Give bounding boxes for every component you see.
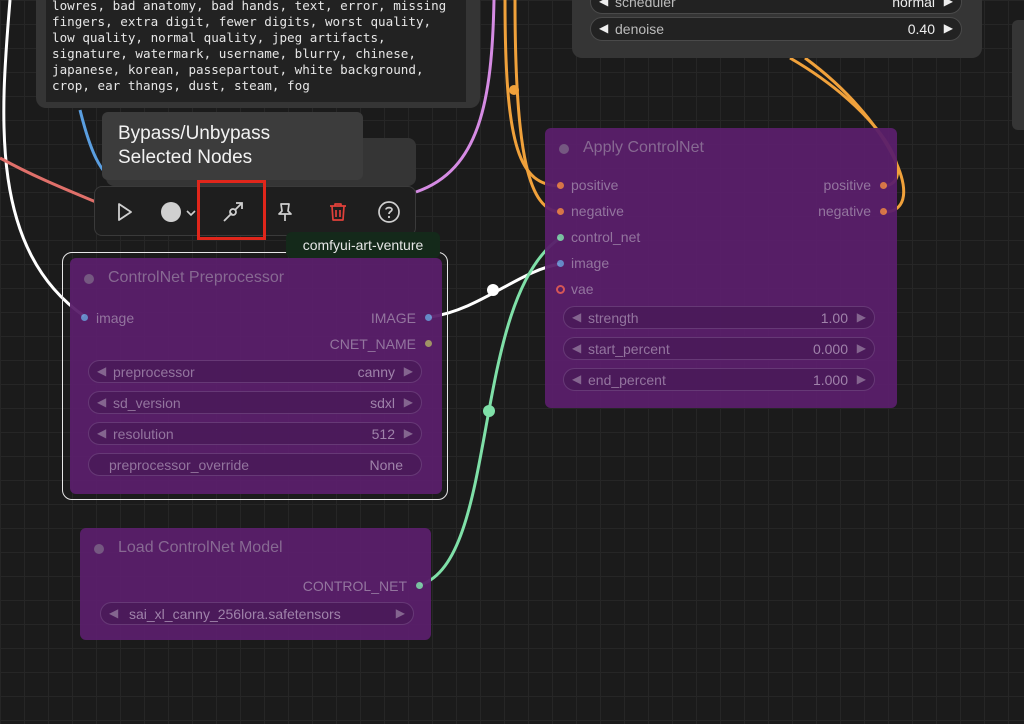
input-label-positive: positive xyxy=(571,177,619,193)
input-label-negative: negative xyxy=(571,203,624,219)
model-value: sai_xl_canny_256lora.safetensors xyxy=(129,606,341,622)
strength-label: strength xyxy=(588,310,639,326)
output-slot-positive[interactable] xyxy=(880,182,887,189)
output-slot-negative[interactable] xyxy=(880,208,887,215)
bypass-tooltip: Bypass/Unbypass Selected Nodes xyxy=(102,112,363,180)
output-slot-control-net[interactable] xyxy=(416,582,423,589)
selection-outline xyxy=(62,252,448,500)
input-slot-control-net[interactable] xyxy=(557,234,564,241)
decrement-icon[interactable]: ◀ xyxy=(599,0,608,8)
collapse-dot[interactable] xyxy=(559,144,569,154)
play-icon xyxy=(118,203,132,221)
chevron-down-icon xyxy=(186,210,196,217)
scheduler-value: normal xyxy=(892,0,935,10)
prompt-textarea[interactable]: lowres, bad anatomy, bad hands, text, er… xyxy=(46,0,466,102)
pin-button[interactable] xyxy=(270,197,300,227)
input-label-control-net: control_net xyxy=(571,229,641,245)
negative-prompt-node[interactable]: lowres, bad anatomy, bad hands, text, er… xyxy=(36,0,480,108)
delete-button[interactable] xyxy=(323,197,353,227)
help-icon xyxy=(378,201,400,223)
increment-icon[interactable]: ▶ xyxy=(944,0,953,8)
denoise-label: denoise xyxy=(615,21,665,37)
decrement-icon[interactable]: ◀ xyxy=(109,606,118,620)
trash-icon xyxy=(330,203,346,221)
wire-image xyxy=(429,262,561,319)
tooltip-line-1: Bypass/Unbypass xyxy=(118,123,271,144)
input-slot-positive[interactable] xyxy=(557,182,564,189)
tooltip-line-2: Selected Nodes xyxy=(118,147,253,168)
pin-icon xyxy=(278,203,292,221)
sampler-node[interactable]: ◀ scheduler normal ▶ ◀ denoise 0.40 ▶ xyxy=(572,0,982,58)
start-percent-widget[interactable]: ◀ start_percent 0.000 ▶ xyxy=(563,337,875,360)
decrement-icon[interactable]: ◀ xyxy=(572,372,581,386)
increment-icon[interactable]: ▶ xyxy=(944,21,953,35)
increment-icon[interactable]: ▶ xyxy=(857,310,866,324)
input-label-image: image xyxy=(571,255,610,271)
end-percent-value: 1.000 xyxy=(812,372,848,388)
load-controlnet-model-node[interactable]: Load ControlNet Model CONTROL_NET ◀ sai_… xyxy=(80,528,431,640)
model-select-widget[interactable]: ◀ sai_xl_canny_256lora.safetensors ▶ xyxy=(100,602,414,625)
color-picker-button[interactable] xyxy=(157,197,201,227)
input-slot-vae[interactable] xyxy=(556,285,565,294)
output-label-positive: positive xyxy=(823,177,871,193)
increment-icon[interactable]: ▶ xyxy=(857,372,866,386)
input-slot-negative[interactable] xyxy=(557,208,564,215)
offscreen-node-edge[interactable] xyxy=(1012,20,1024,130)
start-percent-label: start_percent xyxy=(588,341,670,357)
strength-value: 1.00 xyxy=(820,310,848,326)
decrement-icon[interactable]: ◀ xyxy=(599,21,608,35)
node-title: Load ControlNet Model xyxy=(118,539,283,556)
wire-reroute-orange xyxy=(509,85,519,95)
increment-icon[interactable]: ▶ xyxy=(396,606,405,620)
queue-selected-button[interactable] xyxy=(109,197,139,227)
denoise-widget[interactable]: ◀ denoise 0.40 ▶ xyxy=(590,17,962,41)
collapse-dot[interactable] xyxy=(94,544,104,554)
node-source-badge: comfyui-art-venture xyxy=(286,232,440,258)
increment-icon[interactable]: ▶ xyxy=(857,341,866,355)
wire-reroute-white xyxy=(487,284,499,296)
input-slot-image[interactable] xyxy=(557,260,564,267)
node-title: Apply ControlNet xyxy=(583,139,704,156)
input-label-vae: vae xyxy=(571,281,594,297)
color-circle-icon xyxy=(161,202,181,222)
bypass-button-highlight xyxy=(197,180,266,240)
start-percent-value: 0.000 xyxy=(812,341,848,357)
help-button[interactable] xyxy=(374,197,404,227)
apply-controlnet-node[interactable]: Apply ControlNet positive negative contr… xyxy=(545,128,897,408)
strength-widget[interactable]: ◀ strength 1.00 ▶ xyxy=(563,306,875,329)
output-label-negative: negative xyxy=(818,203,871,219)
decrement-icon[interactable]: ◀ xyxy=(572,341,581,355)
decrement-icon[interactable]: ◀ xyxy=(572,310,581,324)
denoise-value: 0.40 xyxy=(907,21,935,37)
output-label-control-net: CONTROL_NET xyxy=(302,578,407,594)
end-percent-label: end_percent xyxy=(588,372,666,388)
scheduler-widget[interactable]: ◀ scheduler normal ▶ xyxy=(590,0,962,14)
scheduler-label: scheduler xyxy=(615,0,676,10)
wire-reroute-green xyxy=(483,405,495,417)
end-percent-widget[interactable]: ◀ end_percent 1.000 ▶ xyxy=(563,368,875,391)
